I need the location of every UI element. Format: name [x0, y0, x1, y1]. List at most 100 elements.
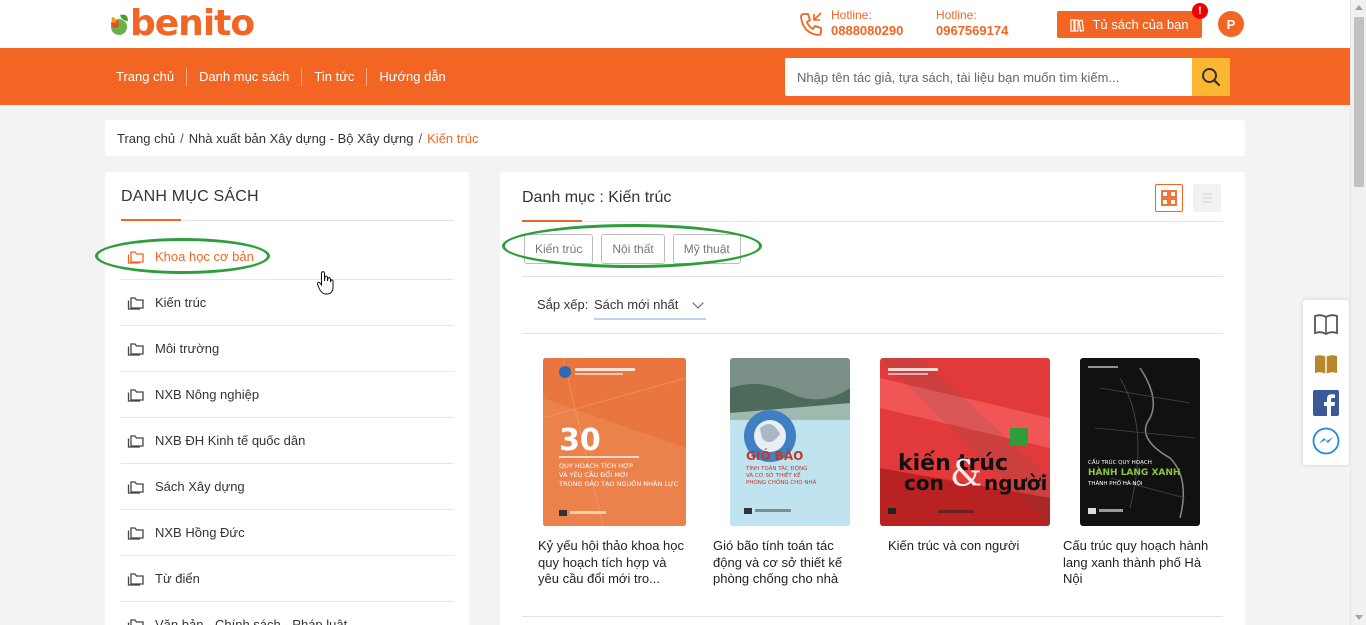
sidebar-category-label: NXB Hồng Đức [155, 525, 245, 540]
main-content: Danh mục : Kiến trúc Kiến trúc Nội thất … [500, 172, 1245, 625]
logo-text: benito [130, 3, 255, 44]
sidebar-category-item[interactable]: Kiến trúc [121, 280, 454, 326]
sidebar-category-item[interactable]: NXB ĐH Kinh tế quốc dân [121, 418, 454, 464]
svg-text:PHÒNG CHỐNG CHO NHÀ: PHÒNG CHỐNG CHO NHÀ [746, 478, 817, 486]
search-button[interactable] [1192, 58, 1230, 96]
page-scrollbar[interactable] [1350, 0, 1366, 625]
sidebar-category-label: Sách Xây dựng [155, 479, 245, 494]
breadcrumb-separator: / [180, 130, 184, 146]
book-title[interactable]: Cấu trúc quy hoạch hành lang xanh thành … [1063, 538, 1211, 588]
hotline-1[interactable]: Hotline: 0888080290 [831, 7, 903, 39]
breadcrumb-publisher[interactable]: Nhà xuất bản Xây dựng - Bộ Xây dựng [189, 131, 414, 146]
book-cover-image: kiến trúc con & người [880, 358, 1050, 526]
scroll-thumb[interactable] [1354, 17, 1364, 187]
bookshelf-button[interactable]: Tủ sách của bạn [1057, 11, 1202, 38]
scroll-down-arrow-icon[interactable] [1355, 615, 1363, 620]
leaf-logo-icon [111, 14, 128, 35]
folder-icon [127, 388, 144, 402]
svg-text:CẤU TRÚC QUY HOẠCH: CẤU TRÚC QUY HOẠCH [1088, 458, 1152, 466]
hotline-label: Hotline: [936, 8, 977, 22]
sidebar-category-label: Kiến trúc [155, 295, 207, 310]
cover-number: 30 [559, 423, 601, 458]
sidebar-category-label: Từ điển [155, 571, 200, 586]
messenger-icon[interactable] [1312, 427, 1340, 455]
folder-icon [127, 618, 144, 625]
hotline-number: 0888080290 [831, 23, 904, 38]
folder-icon [127, 342, 144, 356]
svg-text:VÀ YÊU CẦU ĐỔI MỚI: VÀ YÊU CẦU ĐỔI MỚI [559, 469, 628, 479]
sidebar-title: DANH MỤC SÁCH [121, 188, 259, 205]
hotline-number: 0967569174 [936, 23, 1009, 38]
breadcrumb-current: Kiến trúc [427, 130, 479, 146]
cover-heading: HÀNH LANG XANH [1088, 466, 1180, 478]
chevron-down-icon [692, 297, 704, 309]
book-cover[interactable]: CẤU TRÚC QUY HOẠCH HÀNH LANG XANH THÀNH … [1080, 358, 1200, 526]
svg-text:QUY HOẠCH TÍCH HỢP: QUY HOẠCH TÍCH HỢP [559, 461, 633, 470]
cover-heading: GIÓ BÃO [746, 448, 803, 463]
phone-icon [800, 12, 822, 36]
svg-text:THÀNH PHỐ HÀ NỘI: THÀNH PHỐ HÀ NỘI [1087, 479, 1143, 487]
chip-noi-that[interactable]: Nội thất [601, 234, 665, 264]
hotline-label: Hotline: [831, 8, 872, 22]
grid-view-button[interactable] [1155, 184, 1183, 212]
bookshelf-icon [1070, 18, 1085, 32]
folder-icon [127, 250, 144, 264]
logo[interactable]: benito [106, 2, 255, 46]
folder-icon [127, 526, 144, 540]
book-cover-image: 30 QUY HOẠCH TÍCH HỢP VÀ YÊU CẦU ĐỔI MỚI… [543, 358, 686, 526]
facebook-icon[interactable] [1312, 389, 1340, 417]
sidebar-category-item[interactable]: Văn bản - Chính sách - Pháp luật [121, 602, 454, 625]
hand-cursor-icon [316, 271, 334, 295]
book-cover[interactable]: 30 QUY HOẠCH TÍCH HỢP VÀ YÊU CẦU ĐỔI MỚI… [543, 358, 686, 526]
subcategory-filters: Kiến trúc Nội thất Mỹ thuật [524, 234, 741, 264]
bookshelf-label: Tủ sách của bạn [1092, 17, 1189, 32]
sidebar-category-label: Môi trường [155, 341, 220, 356]
divider [522, 616, 1223, 617]
svg-text:VÀ CƠ SỞ THIẾT KẾ: VÀ CƠ SỞ THIẾT KẾ [746, 471, 801, 479]
main-nav: Trang chủ Danh mục sách Tin tức Hướng dẫ… [0, 48, 1350, 105]
svg-text:con: con [904, 471, 944, 495]
svg-text:TÍNH TOÁN TÁC ĐỘNG: TÍNH TOÁN TÁC ĐỘNG [745, 465, 807, 472]
book-title[interactable]: Kỷ yếu hội thảo khoa học quy hoạch tích … [538, 538, 686, 588]
title-accent [121, 219, 181, 221]
book-cover[interactable]: kiến trúc con & người [880, 358, 1050, 526]
folder-icon [127, 296, 144, 310]
search-input[interactable] [785, 58, 1192, 96]
divider [522, 221, 1223, 222]
chip-kien-truc[interactable]: Kiến trúc [524, 234, 594, 264]
sidebar-category-item[interactable]: Môi trường [121, 326, 454, 372]
sidebar-category-label: NXB ĐH Kinh tế quốc dân [155, 433, 306, 448]
list-view-button[interactable] [1193, 184, 1221, 212]
book-title[interactable]: Gió bão tính toán tác động và cơ sở thiế… [713, 538, 861, 588]
open-book-icon[interactable] [1312, 310, 1340, 338]
nav-guide[interactable]: Hướng dẫn [366, 67, 457, 86]
nav-categories[interactable]: Danh mục sách [186, 67, 301, 86]
svg-text:&: & [950, 454, 982, 495]
sidebar-category-item[interactable]: NXB Nông nghiệp [121, 372, 454, 418]
divider [522, 333, 1223, 334]
search-icon [1202, 68, 1221, 87]
chip-my-thuat[interactable]: Mỹ thuật [672, 234, 741, 264]
list-icon [1203, 193, 1212, 203]
nav-links: Trang chủ Danh mục sách Tin tức Hướng dẫ… [116, 48, 458, 105]
nav-news[interactable]: Tin tức [301, 67, 366, 86]
book-cover[interactable]: GIÓ BÃO TÍNH TOÁN TÁC ĐỘNG VÀ CƠ SỞ THIẾ… [730, 358, 850, 526]
search-box [785, 58, 1230, 96]
scroll-up-arrow-icon[interactable] [1355, 5, 1363, 10]
page-title: Danh mục : Kiến trúc [522, 189, 672, 206]
sidebar-category-item[interactable]: Từ điển [121, 556, 454, 602]
breadcrumb-home[interactable]: Trang chủ [117, 131, 175, 146]
book-title[interactable]: Kiến trúc và con người [888, 538, 1036, 555]
sidebar-category-item[interactable]: NXB Hồng Đức [121, 510, 454, 556]
book-icon[interactable] [1312, 350, 1340, 378]
sort-select[interactable]: Sách mới nhất [594, 290, 706, 320]
folder-icon [127, 480, 144, 494]
hotline-2[interactable]: Hotline: 0967569174 [936, 7, 1008, 39]
avatar[interactable]: P [1218, 11, 1244, 37]
nav-home[interactable]: Trang chủ [116, 68, 186, 86]
sidebar-category-label: NXB Nông nghiệp [155, 387, 260, 402]
sidebar-category-item[interactable]: Khoa học cơ bản [121, 234, 454, 280]
floating-action-bar [1303, 300, 1349, 465]
svg-text:TRONG ĐÀO TẠO NGUỒN NHÂN LỰC: TRONG ĐÀO TẠO NGUỒN NHÂN LỰC [558, 478, 679, 488]
sidebar-category-item[interactable]: Sách Xây dựng [121, 464, 454, 510]
